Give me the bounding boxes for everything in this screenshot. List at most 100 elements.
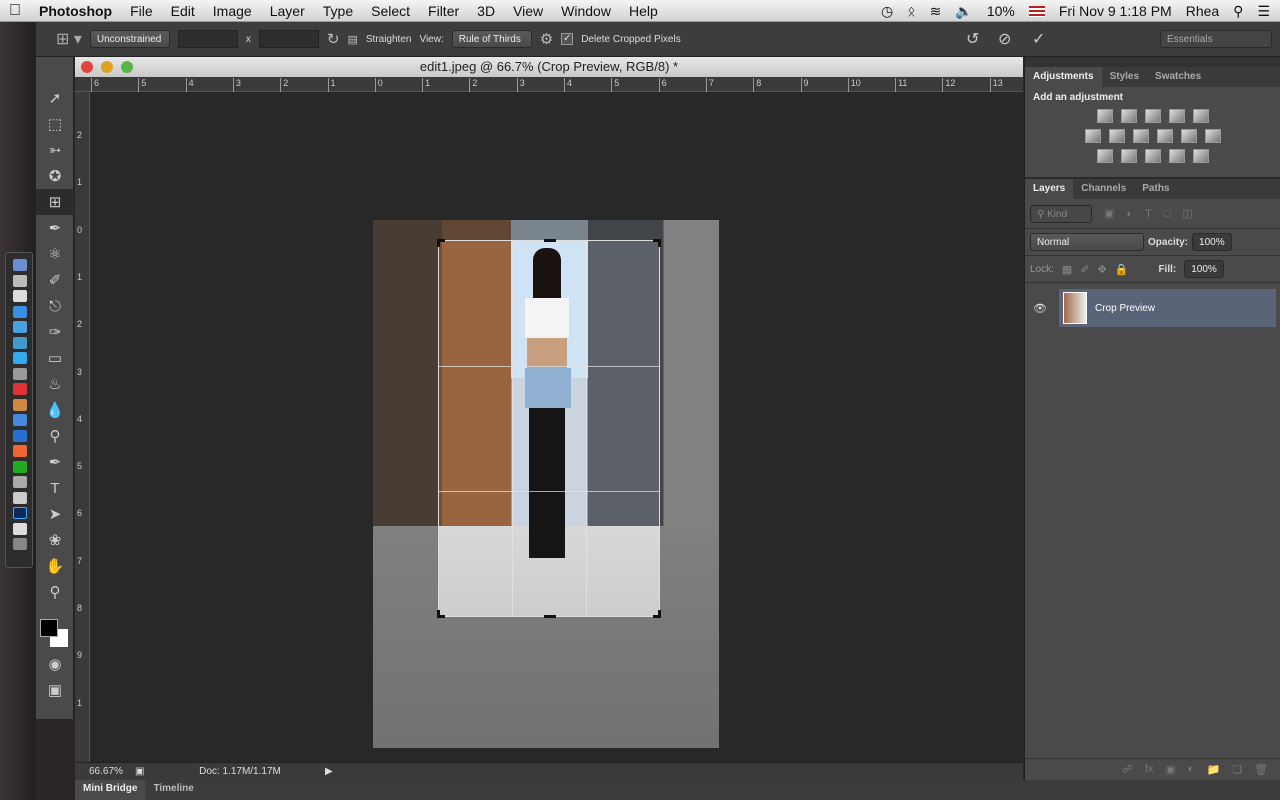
color-balance-icon[interactable] — [1108, 129, 1125, 143]
crop-tool-icon[interactable]: ⊞ — [36, 189, 74, 215]
spotlight-icon[interactable]: ⚲ — [1233, 3, 1243, 20]
commit-icon[interactable]: ✓ — [1032, 29, 1045, 49]
marquee-tool-icon[interactable]: ⬚ — [36, 111, 74, 137]
crop-box[interactable] — [437, 239, 661, 618]
gradient-map-icon[interactable] — [1192, 149, 1209, 163]
menu-filter[interactable]: Filter — [419, 3, 468, 19]
dock-app-icon[interactable] — [13, 476, 27, 488]
workspace-select[interactable]: Essentials — [1160, 30, 1272, 48]
width-input[interactable] — [177, 30, 238, 48]
blur-tool-icon[interactable]: 💧 — [36, 397, 74, 423]
volume-icon[interactable]: 🔈 — [955, 3, 972, 20]
new-adjustment-icon[interactable]: ◐ — [1188, 763, 1195, 776]
tab-swatches[interactable]: Swatches — [1147, 67, 1209, 87]
dock-app-icon[interactable] — [13, 367, 27, 380]
eyedropper-tool-icon[interactable]: ✒ — [36, 215, 74, 241]
status-menu-icon[interactable]: ▣ — [135, 766, 155, 777]
dock-app-icon[interactable] — [13, 445, 27, 457]
trash-icon[interactable] — [13, 538, 27, 550]
battery-status[interactable]: 10% — [987, 3, 1015, 19]
wifi-icon[interactable]: ≋ — [930, 3, 942, 20]
exposure-icon[interactable] — [1168, 109, 1185, 123]
crop-tool-preset-icon[interactable]: ⊞ ▾ — [56, 29, 82, 49]
invert-icon[interactable] — [1096, 149, 1113, 163]
view-select[interactable]: Rule of Thirds — [451, 30, 532, 48]
tab-mini-bridge[interactable]: Mini Bridge — [75, 780, 146, 800]
straighten-button[interactable]: Straighten — [366, 34, 412, 45]
path-select-tool-icon[interactable]: ➤ — [36, 501, 74, 527]
brush-tool-icon[interactable]: ✐ — [36, 267, 74, 293]
close-button[interactable] — [81, 61, 93, 73]
shape-tool-icon[interactable]: ❀ — [36, 527, 74, 553]
menu-file[interactable]: File — [121, 3, 162, 19]
layer-name[interactable]: Crop Preview — [1095, 303, 1155, 314]
photo-filter-icon[interactable] — [1156, 129, 1173, 143]
new-group-icon[interactable]: 📁 — [1206, 763, 1220, 776]
apple-menu[interactable]:  — [0, 2, 30, 20]
lock-pixels-icon[interactable]: ✐ — [1080, 263, 1089, 276]
brightness-icon[interactable] — [1096, 109, 1113, 123]
crop-handle-tl[interactable] — [437, 239, 445, 247]
swap-icon[interactable]: ↻ — [327, 30, 340, 48]
height-input[interactable] — [258, 30, 319, 48]
new-layer-icon[interactable]: ❏ — [1232, 763, 1242, 776]
ratio-select[interactable]: Unconstrained — [89, 30, 170, 48]
fx-icon[interactable]: fx — [1145, 763, 1154, 776]
layer-row[interactable]: 👁 Crop Preview — [1025, 285, 1280, 331]
dock-app-icon[interactable] — [13, 274, 27, 287]
pen-tool-icon[interactable]: ✒ — [36, 449, 74, 475]
dock-app-icon[interactable] — [13, 290, 27, 302]
threshold-icon[interactable] — [1144, 149, 1161, 163]
stamp-tool-icon[interactable]: ⎋ — [36, 293, 74, 319]
magic-wand-tool-icon[interactable]: ✪ — [36, 163, 74, 189]
gear-icon[interactable]: ⚙ — [540, 30, 553, 48]
menu-select[interactable]: Select — [362, 3, 419, 19]
crop-handle-bl[interactable] — [437, 610, 445, 618]
curves-icon[interactable] — [1144, 109, 1161, 123]
lock-transparency-icon[interactable]: ▦ — [1062, 263, 1072, 276]
crop-handle-top[interactable] — [544, 239, 556, 247]
tab-layers[interactable]: Layers — [1025, 179, 1074, 199]
tab-timeline[interactable]: Timeline — [145, 780, 201, 800]
dock-app-icon[interactable] — [13, 305, 27, 318]
lock-position-icon[interactable]: ✥ — [1098, 263, 1107, 276]
add-mask-icon[interactable]: ▣ — [1165, 763, 1175, 776]
dock-app-icon[interactable] — [13, 259, 27, 271]
history-brush-tool-icon[interactable]: ✑ — [36, 319, 74, 345]
screen-mode-icon[interactable]: ▣ — [36, 677, 74, 703]
delete-layer-icon[interactable]: 🗑 — [1254, 763, 1268, 776]
posterize-icon[interactable] — [1120, 149, 1137, 163]
filter-type-icon[interactable]: T — [1145, 208, 1152, 220]
dock-app-icon[interactable] — [13, 321, 27, 333]
status-arrow-icon[interactable]: ▶ — [325, 766, 333, 777]
dock-app-icon[interactable] — [13, 398, 27, 411]
ruler-vertical[interactable]: 2 1 0 1 2 3 4 5 6 7 8 9 1 — [75, 92, 90, 762]
app-menu[interactable]: Photoshop — [30, 3, 121, 19]
flag-icon[interactable] — [1028, 5, 1045, 17]
dock-app-icon[interactable] — [13, 460, 27, 473]
filter-pixel-icon[interactable]: ▣ — [1104, 207, 1114, 220]
reset-icon[interactable]: ↺ — [966, 29, 979, 49]
tab-paths[interactable]: Paths — [1134, 179, 1177, 199]
vibrance-icon[interactable] — [1192, 109, 1209, 123]
dock-app-icon[interactable] — [13, 383, 27, 395]
straighten-icon[interactable]: ▤ — [347, 33, 357, 46]
clock[interactable]: Fri Nov 9 1:18 PM — [1059, 3, 1172, 19]
dock-app-icon[interactable] — [13, 352, 27, 364]
menu-help[interactable]: Help — [620, 3, 667, 19]
dock-app-icon[interactable] — [13, 414, 27, 426]
crop-handle-tr[interactable] — [653, 239, 661, 247]
visibility-eye-icon[interactable]: 👁 — [1029, 302, 1051, 315]
quick-mask-icon[interactable]: ◉ — [36, 651, 74, 677]
eraser-tool-icon[interactable]: ▭ — [36, 345, 74, 371]
ruler-horizontal[interactable]: 6 5 4 3 2 1 0 1 2 3 4 5 6 7 8 9 10 11 12 13 — [75, 77, 1023, 92]
tab-adjustments[interactable]: Adjustments — [1025, 67, 1102, 87]
zoom-button[interactable] — [121, 61, 133, 73]
menu-layer[interactable]: Layer — [261, 3, 314, 19]
zoom-tool-icon[interactable]: ⚲ — [36, 579, 74, 605]
menu-edit[interactable]: Edit — [162, 3, 204, 19]
foreground-color-swatch[interactable] — [40, 619, 58, 637]
opacity-input[interactable]: 100% — [1192, 233, 1232, 251]
link-layers-icon[interactable]: ☍ — [1122, 763, 1133, 776]
filter-shape-icon[interactable]: □ — [1164, 208, 1171, 220]
